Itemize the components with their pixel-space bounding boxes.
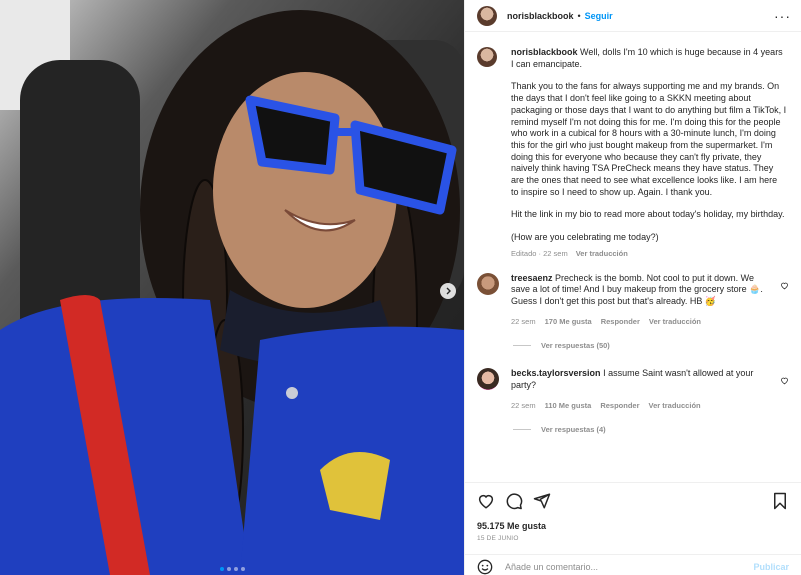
caption-text: (How are you celebrating me today?) bbox=[511, 232, 659, 243]
carousel-dot bbox=[240, 567, 245, 571]
follow-button[interactable]: Seguir bbox=[585, 11, 613, 21]
header-username[interactable]: norisblackbook bbox=[507, 11, 574, 21]
comment-username[interactable]: becks.taylorsversion bbox=[511, 368, 601, 378]
share-icon[interactable] bbox=[533, 492, 551, 510]
comment: becks.taylorsversion I assume Saint wasn… bbox=[477, 368, 789, 411]
comment-username[interactable]: treesaenz bbox=[511, 273, 553, 283]
translate-link[interactable]: Ver traducción bbox=[649, 401, 701, 410]
avatar[interactable] bbox=[477, 47, 497, 67]
heart-icon[interactable] bbox=[780, 281, 789, 290]
comment: treesaenz Precheck is the bomb. Not cool… bbox=[477, 272, 789, 328]
post-panel: norisblackbook • Seguir ··· norisblackbo… bbox=[464, 0, 801, 575]
post-image bbox=[0, 0, 464, 575]
avatar[interactable] bbox=[477, 272, 499, 295]
chevron-right-icon bbox=[446, 287, 451, 295]
next-photo-button[interactable] bbox=[440, 283, 456, 299]
caption-text: Thank you to the fans for always support… bbox=[511, 81, 787, 197]
post-header: norisblackbook • Seguir ··· bbox=[465, 0, 801, 32]
caption-meta: Editado · 22 sem Ver traducción bbox=[511, 248, 787, 260]
divider bbox=[513, 345, 531, 347]
heart-icon[interactable] bbox=[477, 492, 495, 510]
more-icon[interactable]: ··· bbox=[774, 8, 791, 24]
caption-username[interactable]: norisblackbook bbox=[511, 47, 578, 57]
caption: norisblackbook Well, dolls I'm 10 which … bbox=[477, 47, 789, 260]
comment-meta: 22 sem 170 Me gusta Responder Ver traducció… bbox=[511, 316, 773, 328]
carousel-dot bbox=[219, 567, 224, 571]
add-comment-bar: Publicar bbox=[465, 554, 801, 575]
heart-icon[interactable] bbox=[780, 376, 789, 385]
carousel-dot bbox=[226, 567, 231, 571]
comment-likes[interactable]: 110 Me gusta bbox=[545, 401, 592, 410]
avatar[interactable] bbox=[477, 5, 497, 26]
translate-link[interactable]: Ver traducción bbox=[649, 317, 701, 326]
view-replies-button[interactable]: Ver respuestas (50) bbox=[513, 341, 789, 350]
post-actions: 95.175 Me gusta 15 DE JUNIO bbox=[465, 482, 801, 542]
reply-button[interactable]: Responder bbox=[600, 401, 639, 410]
divider bbox=[513, 429, 531, 431]
view-replies-label: Ver respuestas (4) bbox=[541, 425, 606, 435]
emoji-icon[interactable] bbox=[477, 559, 493, 575]
comment-input[interactable] bbox=[505, 561, 754, 572]
publish-button[interactable]: Publicar bbox=[753, 562, 789, 572]
bookmark-icon[interactable] bbox=[771, 492, 789, 510]
post-photo bbox=[0, 0, 464, 575]
view-replies-label: Ver respuestas (50) bbox=[541, 341, 610, 351]
comment-icon[interactable] bbox=[505, 492, 523, 510]
likes-count[interactable]: 95.175 Me gusta bbox=[477, 521, 789, 531]
post-date: 15 DE JUNIO bbox=[477, 535, 519, 542]
reply-button[interactable]: Responder bbox=[601, 317, 640, 326]
translate-link[interactable]: Ver traducción bbox=[576, 249, 628, 258]
avatar[interactable] bbox=[477, 368, 499, 391]
comment-likes[interactable]: 170 Me gusta bbox=[545, 317, 592, 326]
comment-time: 22 sem bbox=[511, 316, 536, 326]
carousel-dot bbox=[233, 567, 238, 571]
edited-label: Editado · 22 sem bbox=[511, 248, 568, 258]
comments-scroll[interactable]: norisblackbook Well, dolls I'm 10 which … bbox=[465, 33, 801, 481]
view-replies-button[interactable]: Ver respuestas (4) bbox=[513, 425, 789, 434]
carousel-dots bbox=[0, 567, 464, 571]
separator: • bbox=[577, 10, 581, 21]
comment-time: 22 sem bbox=[511, 400, 536, 410]
comment-meta: 22 sem 110 Me gusta Responder Ver traducció… bbox=[511, 400, 773, 412]
caption-text: Hit the link in my bio to read more abou… bbox=[511, 209, 785, 220]
